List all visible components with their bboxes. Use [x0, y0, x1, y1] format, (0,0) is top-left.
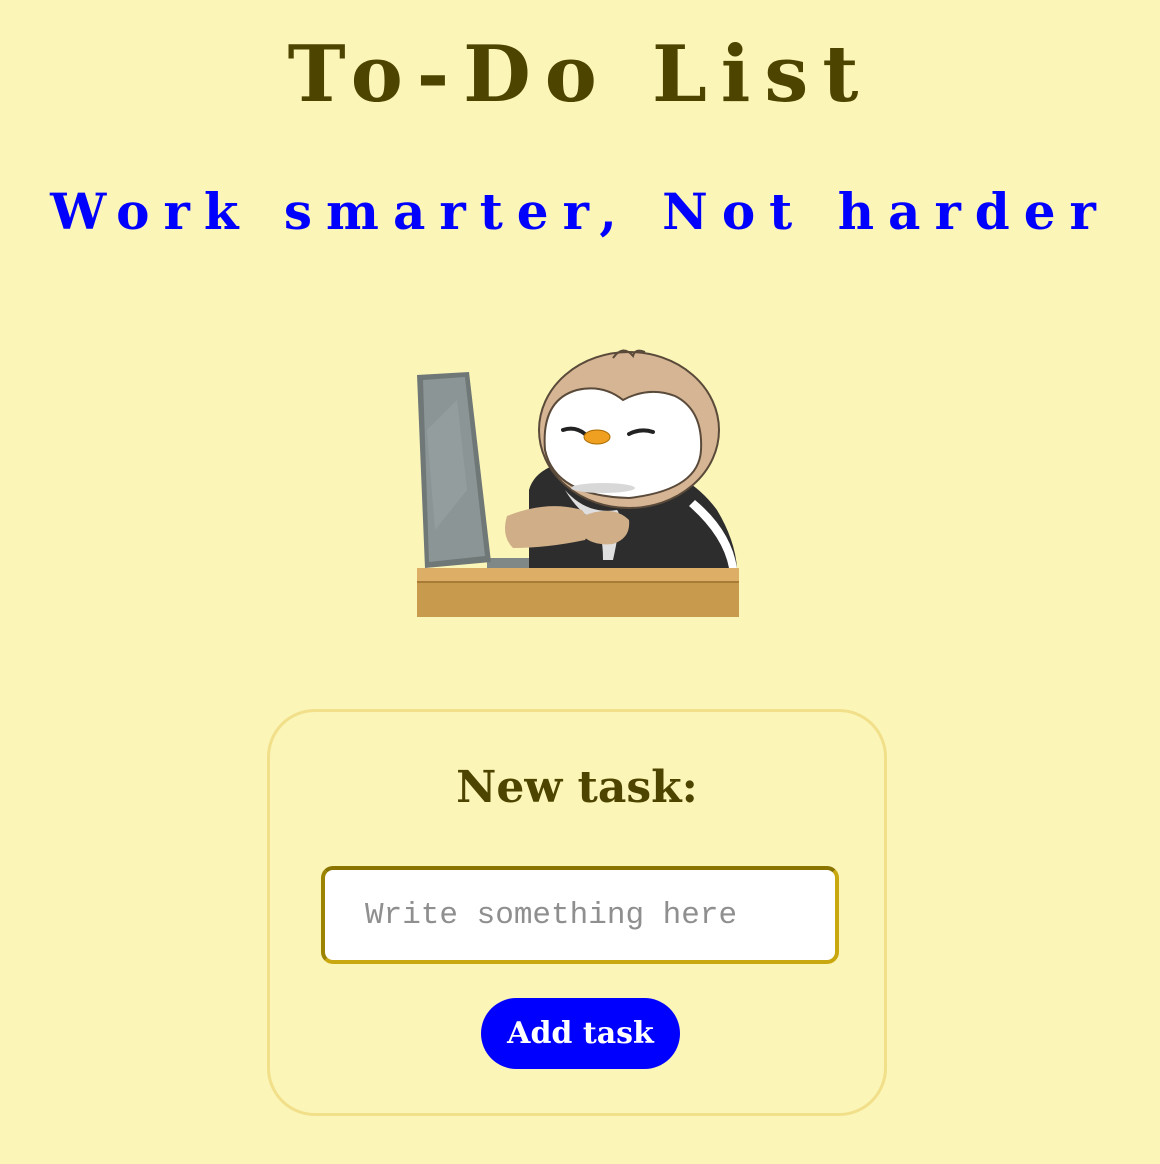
add-task-button[interactable]: Add task [481, 998, 680, 1069]
page-title: To-Do List [287, 29, 873, 120]
new-task-card: New task: Add task [267, 709, 887, 1116]
new-task-heading: New task: [456, 762, 698, 813]
page-subtitle: Work smarter, Not harder [50, 182, 1110, 241]
task-input[interactable] [321, 866, 839, 964]
penguin-working-illustration [417, 349, 739, 617]
